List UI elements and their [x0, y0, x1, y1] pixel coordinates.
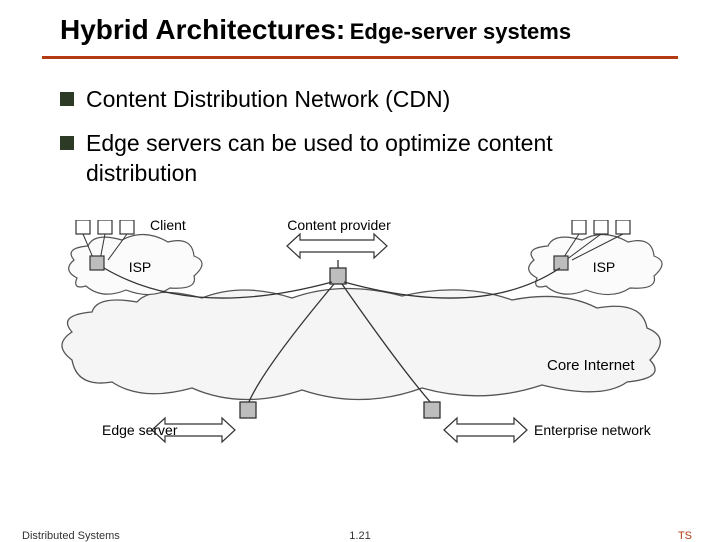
bullet-list: Content Distribution Network (CDN) Edge …: [0, 59, 720, 189]
bullet-text: Edge servers can be used to optimize con…: [86, 129, 670, 189]
core-internet-cloud: [62, 288, 660, 399]
content-provider-arrow-icon: [287, 234, 387, 258]
bottom-right-server-icon: [424, 402, 440, 418]
isp-right-label: ISP: [593, 259, 616, 275]
bullet-square-icon: [60, 92, 74, 106]
edge-server-right-icon: [554, 256, 568, 270]
enterprise-network-label: Enterprise network: [534, 422, 652, 438]
diagram: ISP ISP Client: [42, 220, 678, 460]
slide-title: Hybrid Architectures: Edge-server system…: [0, 0, 720, 50]
footer-left: Distributed Systems: [22, 530, 120, 542]
edge-server-left-icon: [90, 256, 104, 270]
edge-server-label: Edge server: [102, 422, 178, 438]
title-sub: Edge-server systems: [350, 19, 571, 44]
client-label: Client: [150, 220, 186, 233]
center-server-icon: [330, 268, 346, 284]
core-internet-label: Core Internet: [547, 357, 635, 374]
client-boxes-left: [76, 220, 134, 234]
bullet-item: Content Distribution Network (CDN): [60, 85, 670, 115]
footer-center: 1.21: [349, 530, 370, 542]
bottom-left-server-icon: [240, 402, 256, 418]
title-main: Hybrid Architectures:: [60, 14, 345, 45]
bullet-item: Edge servers can be used to optimize con…: [60, 129, 670, 189]
enterprise-network-arrow-icon: [444, 418, 527, 442]
bullet-text: Content Distribution Network (CDN): [86, 85, 450, 115]
bullet-square-icon: [60, 136, 74, 150]
isp-left-label: ISP: [129, 259, 152, 275]
content-provider-label: Content provider: [287, 220, 391, 233]
client-boxes-right: [572, 220, 630, 234]
footer-right: TS: [678, 530, 692, 542]
